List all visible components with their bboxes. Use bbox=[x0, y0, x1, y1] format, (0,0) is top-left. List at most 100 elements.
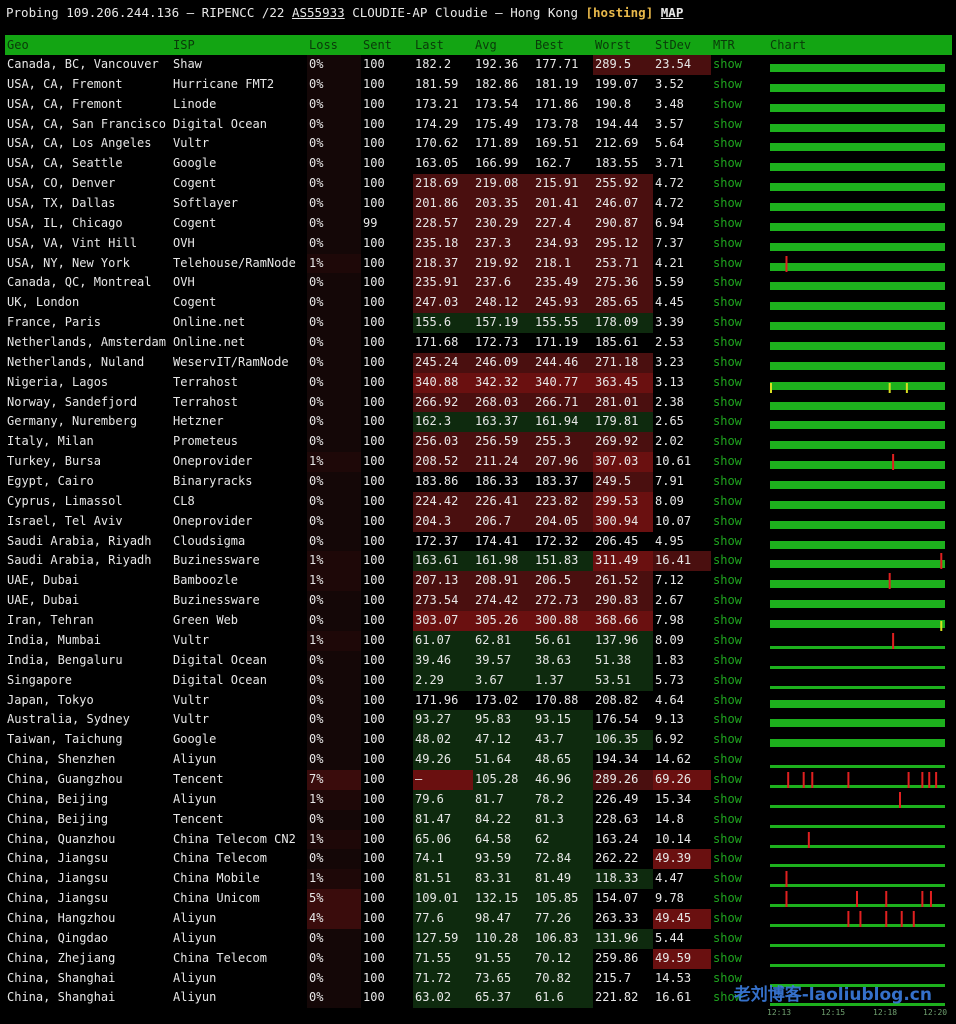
cell-avg: 98.47 bbox=[473, 908, 533, 929]
cell-mtr[interactable]: show bbox=[711, 671, 763, 691]
cell-mtr[interactable]: show bbox=[711, 95, 763, 115]
col-sent[interactable]: Sent bbox=[361, 35, 413, 55]
cell-mtr[interactable]: show bbox=[711, 214, 763, 234]
cell-sent: 100 bbox=[363, 374, 385, 389]
sparkline-bar bbox=[770, 699, 945, 708]
latency-sparkline bbox=[765, 472, 947, 492]
cell-mtr[interactable]: show bbox=[711, 730, 763, 750]
col-stdev[interactable]: StDev bbox=[653, 35, 711, 55]
cell-geo: China, Jiangsu bbox=[7, 891, 109, 906]
cell-last: 49.26 bbox=[413, 750, 473, 770]
latency-sparkline bbox=[765, 373, 947, 393]
latency-sparkline bbox=[765, 234, 947, 254]
cell-mtr[interactable]: show bbox=[711, 194, 763, 214]
sparkline-bar bbox=[770, 719, 945, 728]
cell-mtr[interactable]: show bbox=[711, 790, 763, 810]
cell-mtr[interactable]: show bbox=[711, 869, 763, 889]
cell-isp: Terrahost bbox=[173, 394, 239, 409]
cell-mtr[interactable]: show bbox=[711, 333, 763, 353]
cell-mtr[interactable]: show bbox=[711, 691, 763, 711]
cell-mtr[interactable]: show bbox=[711, 313, 763, 333]
cell-worst: 228.63 bbox=[595, 811, 639, 826]
cell-mtr[interactable]: show bbox=[711, 830, 763, 850]
cell-mtr[interactable]: show bbox=[711, 472, 763, 492]
cell-mtr[interactable]: show bbox=[711, 949, 763, 969]
cell-worst: 249.5 bbox=[593, 472, 653, 492]
cell-best: 78.2 bbox=[533, 789, 593, 810]
cell-mtr[interactable]: show bbox=[711, 393, 763, 413]
cell-geo: Canada, QC, Montreal bbox=[7, 275, 152, 290]
col-avg[interactable]: Avg bbox=[473, 35, 533, 55]
cell-last: 182.2 bbox=[415, 57, 452, 71]
cell-mtr[interactable]: show bbox=[711, 849, 763, 869]
cell-mtr[interactable]: show bbox=[711, 810, 763, 830]
cell-mtr[interactable]: show bbox=[711, 75, 763, 95]
cell-mtr[interactable]: show bbox=[711, 432, 763, 452]
cell-loss: 0% bbox=[307, 650, 361, 671]
cell-mtr[interactable]: show bbox=[711, 611, 763, 631]
cell-mtr[interactable]: show bbox=[711, 512, 763, 532]
cell-mtr[interactable]: show bbox=[711, 532, 763, 552]
cell-isp: Vultr bbox=[173, 632, 210, 647]
cell-mtr[interactable]: show bbox=[711, 651, 763, 671]
cell-mtr[interactable]: show bbox=[711, 293, 763, 313]
asn-link[interactable]: AS55933 bbox=[292, 5, 345, 20]
latency-sparkline bbox=[765, 830, 947, 850]
cell-best: 206.5 bbox=[533, 571, 593, 592]
cell-worst: 221.82 bbox=[595, 990, 639, 1005]
cell-mtr[interactable]: show bbox=[711, 134, 763, 154]
cell-stdev: 2.02 bbox=[655, 434, 684, 449]
map-link[interactable]: MAP bbox=[661, 5, 684, 20]
cell-mtr[interactable]: show bbox=[711, 710, 763, 730]
cell-loss: 4% bbox=[307, 908, 361, 929]
cell-mtr[interactable]: show bbox=[711, 750, 763, 770]
col-worst[interactable]: Worst bbox=[593, 35, 653, 55]
cell-last: 172.37 bbox=[415, 533, 459, 548]
cell-mtr[interactable]: show bbox=[711, 631, 763, 651]
cell-loss: 0% bbox=[307, 313, 361, 334]
cell-worst: 255.92 bbox=[593, 174, 653, 195]
sparkline-bar bbox=[770, 441, 945, 450]
cell-mtr[interactable]: show bbox=[711, 373, 763, 393]
cell-mtr[interactable]: show bbox=[711, 492, 763, 512]
sparkline-spike bbox=[912, 910, 915, 927]
cell-mtr[interactable]: show bbox=[711, 115, 763, 135]
cell-mtr[interactable]: show bbox=[711, 909, 763, 929]
cell-worst: 199.07 bbox=[595, 76, 639, 91]
cell-last: 173.21 bbox=[415, 96, 459, 111]
cell-best: 171.86 bbox=[535, 96, 579, 111]
cell-mtr[interactable]: show bbox=[711, 551, 763, 571]
cell-sent: 100 bbox=[363, 57, 385, 71]
cell-geo: Norway, Sandefjord bbox=[7, 394, 138, 409]
col-geo[interactable]: Geo bbox=[5, 35, 171, 55]
col-loss[interactable]: Loss bbox=[307, 35, 361, 55]
cell-mtr[interactable]: show bbox=[711, 273, 763, 293]
cell-mtr[interactable]: show bbox=[711, 889, 763, 909]
cell-avg: 203.35 bbox=[473, 194, 533, 214]
cell-mtr[interactable]: show bbox=[711, 154, 763, 174]
cell-mtr[interactable]: show bbox=[711, 353, 763, 373]
cell-mtr[interactable]: show bbox=[711, 55, 763, 75]
cell-mtr[interactable]: show bbox=[711, 452, 763, 472]
cell-mtr[interactable]: show bbox=[711, 174, 763, 194]
cell-last: 65.06 bbox=[413, 829, 473, 850]
cell-mtr[interactable]: show bbox=[711, 591, 763, 611]
col-best[interactable]: Best bbox=[533, 35, 593, 55]
cell-stdev: 4.21 bbox=[655, 255, 684, 270]
col-last[interactable]: Last bbox=[413, 35, 473, 55]
cell-stdev: 3.39 bbox=[655, 315, 684, 330]
sparkline-spike bbox=[907, 771, 910, 788]
cell-sent: 100 bbox=[363, 255, 385, 270]
table-row: France, Paris Online.net 0% 100 155.6 157.19 1… bbox=[5, 313, 952, 334]
cell-mtr[interactable]: show bbox=[711, 571, 763, 591]
sparkline-spike bbox=[847, 910, 850, 927]
cell-mtr[interactable]: show bbox=[711, 412, 763, 432]
latency-sparkline bbox=[765, 154, 947, 174]
cell-mtr[interactable]: show bbox=[711, 254, 763, 274]
cell-mtr[interactable]: show bbox=[711, 929, 763, 949]
cell-mtr[interactable]: show bbox=[711, 770, 763, 790]
latency-sparkline bbox=[765, 691, 947, 711]
col-isp[interactable]: ISP bbox=[171, 35, 309, 55]
cell-worst: 261.52 bbox=[593, 571, 653, 592]
cell-mtr[interactable]: show bbox=[711, 234, 763, 254]
